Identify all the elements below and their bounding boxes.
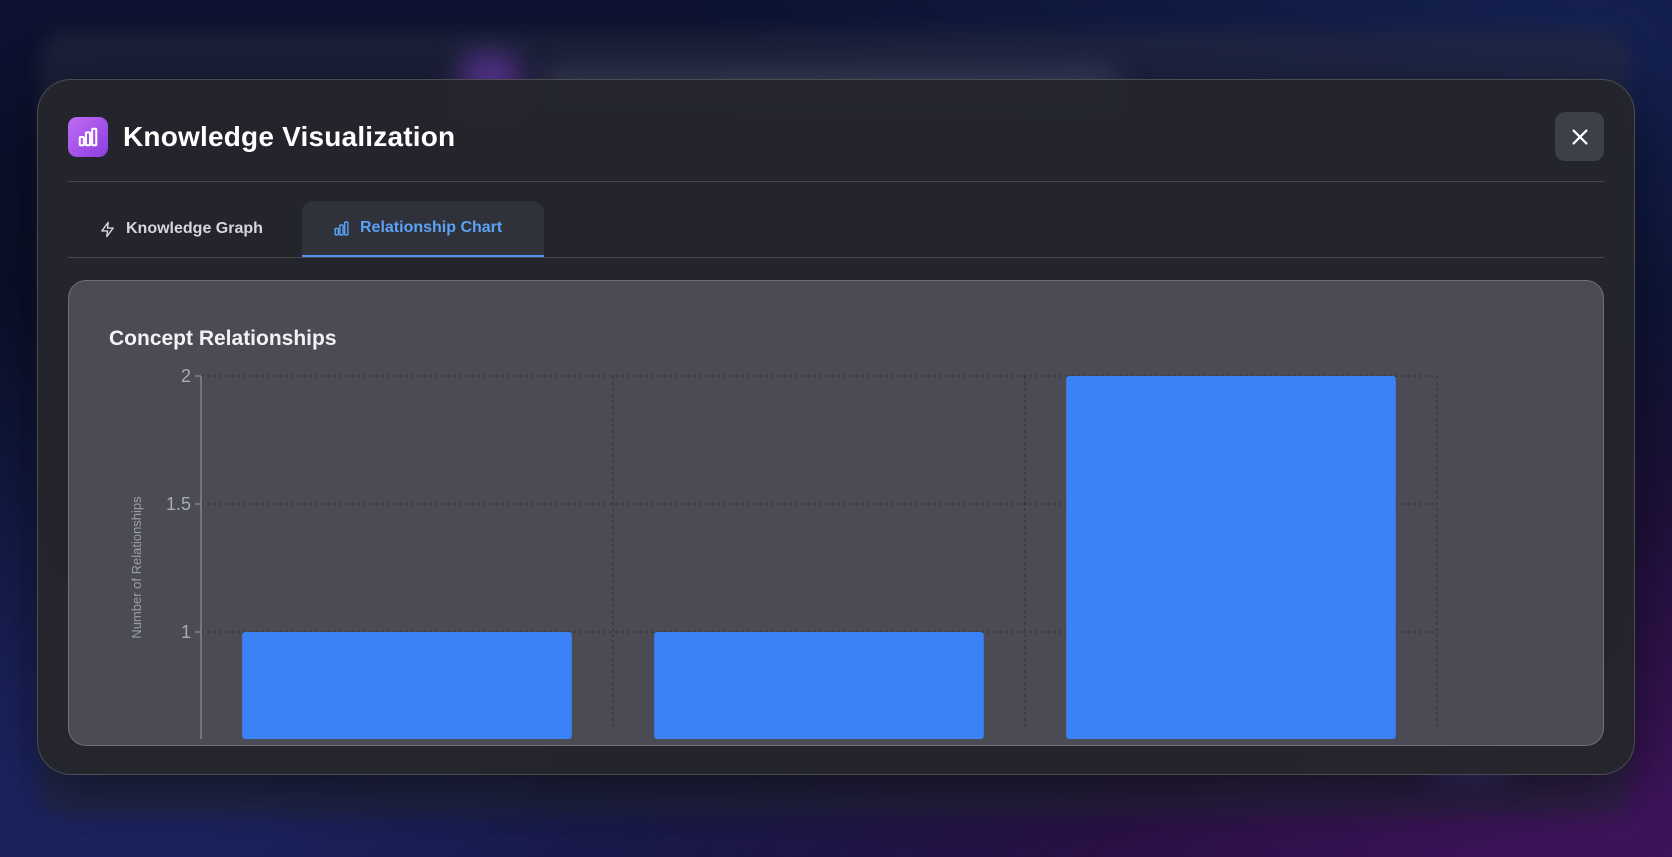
y-tick-label: 1: [181, 622, 191, 642]
tab-label: Relationship Chart: [360, 219, 503, 236]
y-tick-label: 2: [181, 366, 191, 386]
bar-chart-icon: [68, 117, 108, 157]
chart-bar: [242, 632, 572, 740]
close-button[interactable]: [1555, 112, 1604, 161]
y-tick-label: 1.5: [166, 494, 191, 514]
lightning-icon: [98, 220, 116, 238]
chart-bar: [1066, 376, 1396, 740]
bar-chart-icon: [332, 219, 350, 237]
tab-knowledge-graph[interactable]: Knowledge Graph: [68, 201, 300, 257]
tab-bar: Knowledge Graph Relationship Chart: [68, 201, 1604, 258]
tab-relationship-chart[interactable]: Relationship Chart: [302, 201, 544, 257]
modal-title: Knowledge Visualization: [123, 121, 456, 152]
visualization-modal: Knowledge Visualization Knowledge Graph: [37, 79, 1635, 775]
close-icon: [1571, 128, 1588, 145]
relationship-bar-chart: 2 1.5 1 Number of Relationships: [129, 366, 1438, 740]
chart-panel: Concept Relationships 2 1.5 1 Number of Rel…: [68, 280, 1604, 746]
chart-bar: [654, 632, 984, 740]
y-axis-label: Number of Relationships: [129, 496, 144, 639]
tab-label: Knowledge Graph: [126, 220, 263, 237]
header-divider: [68, 181, 1604, 182]
modal-header: Knowledge Visualization: [68, 116, 455, 158]
